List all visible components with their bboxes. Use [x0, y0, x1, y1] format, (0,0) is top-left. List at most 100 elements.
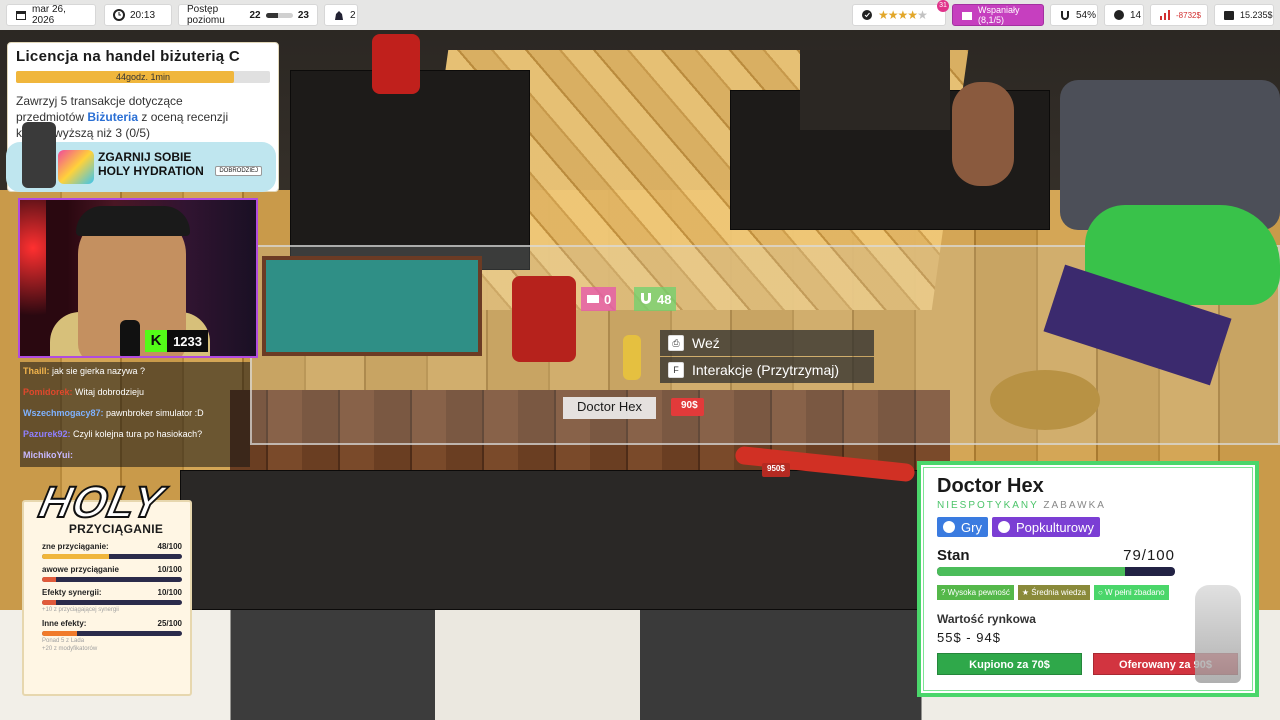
rarity-label: NIESPOTYKANY: [937, 500, 1039, 511]
attraction-sub: Ponad 5 z Lada: [42, 638, 85, 644]
product-art: [58, 150, 94, 184]
basketball-icon: [943, 521, 955, 533]
chat-text: jak sie gierka nazywa ?: [52, 366, 146, 376]
holy-logo: HOLY: [34, 477, 169, 528]
star-icon: ★: [897, 8, 909, 22]
attraction-bar-fill: [42, 600, 56, 605]
chat-overlay: Thaill: jak sie gierka nazywa ? Pomidorek…: [20, 362, 250, 467]
attraction-panel: PRZYCIĄGANIE zne przyciąganie: 48/100 awow…: [22, 500, 192, 696]
quest-timer-bar: 44godz. 1min: [16, 71, 270, 83]
sponsor-headline-1: ZGARNIJ SOBIE: [98, 150, 192, 164]
level-bar-fill: [265, 12, 278, 18]
item-price-tag[interactable]: 90$: [671, 398, 704, 416]
attraction-bar-fill: [42, 631, 77, 636]
tag-games: Gry: [937, 517, 988, 537]
tag-pop-culture: Popkulturowy: [991, 517, 1100, 537]
clock-icon: [113, 9, 125, 21]
shop-icon: [961, 9, 973, 21]
person-icon: [1113, 9, 1125, 21]
sponsor-headline: ZGARNIJ SOBIE HOLY HYDRATION: [98, 150, 204, 178]
attraction-value: 48/100: [157, 542, 182, 551]
reputation-chip[interactable]: Wspaniały (8,1/5): [952, 4, 1044, 26]
rating-chip[interactable]: ★★★★★ 31: [852, 0, 949, 26]
level-from: 22: [249, 9, 261, 21]
wallet-icon: [1223, 9, 1235, 21]
quest-desc-part-2: z oceną recenzji: [141, 110, 229, 124]
calendar-icon: [15, 9, 27, 21]
attraction-bar: [42, 600, 182, 605]
red-jug[interactable]: [512, 276, 576, 362]
pawn-chip[interactable]: 2: [324, 4, 358, 26]
pawn-icon: [333, 9, 345, 21]
attraction-bar: [42, 554, 182, 559]
statue[interactable]: [952, 82, 1014, 186]
attraction-name: Efekty synergii:: [42, 588, 102, 597]
attraction-bar-fill: [42, 577, 56, 582]
interact-prompt[interactable]: F Interakcje (Przytrzymaj): [660, 357, 874, 383]
chat-message: Wszechmogacy87: pawnbroker simulator :D: [20, 404, 250, 425]
chat-user: Wszechmogacy87:: [23, 408, 104, 418]
chat-user: Pomidorek:: [23, 387, 73, 397]
level-bar: [265, 12, 293, 18]
star-icon: ★: [917, 8, 928, 22]
teal-chest[interactable]: [262, 256, 482, 356]
balance-change-value: -8732$: [1176, 10, 1201, 20]
doctor-hex-figure[interactable]: [623, 335, 641, 380]
pawn-count: 2: [350, 9, 356, 21]
date-chip: mar 26, 2026: [6, 4, 96, 26]
attraction-sub: +20 z modyfikatorów: [42, 646, 98, 652]
bought-for-button[interactable]: Kupiono za 70$: [937, 653, 1082, 675]
customers-chip: 14: [1104, 4, 1144, 26]
interact-label: Interakcje (Przytrzymaj): [692, 362, 840, 378]
level-to: 23: [297, 9, 309, 21]
quest-title: Licencja na handel biżuterią C: [16, 48, 241, 65]
quest-category-highlight: Biżuteria: [87, 110, 139, 124]
researched-tag: ○ W pełni zbadano: [1093, 585, 1169, 600]
lamp-base: [990, 370, 1100, 430]
magnet-value: 54%: [1076, 9, 1097, 21]
money-value: 15.235$: [1240, 10, 1273, 20]
item-name: Doctor Hex: [937, 475, 1044, 497]
attraction-row: Efekty synergii: 10/100 +10 z przyciągając…: [42, 588, 182, 613]
attraction-bar-fill: [42, 554, 110, 559]
attraction-row-label: Inne efekty: 25/100: [42, 619, 182, 628]
item-nameplate[interactable]: Doctor Hex: [563, 397, 657, 419]
red-hydrant[interactable]: [372, 34, 420, 94]
attraction-row-label: awowe przyciąganie 10/100: [42, 565, 182, 574]
time-text: 20:13: [130, 9, 156, 21]
streamer-webcam: K 1233: [18, 198, 258, 358]
item-rarity-line: NIESPOTYKANY ZABAWKA: [937, 500, 1239, 511]
quest-desc-line-1: Zawrzyj 5 transakcje dotyczące: [16, 94, 183, 108]
take-prompt[interactable]: ⎙ Weź: [660, 330, 874, 356]
condition-value: 79/100: [1123, 547, 1175, 564]
attraction-bar: [42, 577, 182, 582]
chat-message: Thaill: jak sie gierka nazywa ?: [20, 362, 250, 383]
viewer-count-badge: K 1233: [145, 330, 208, 352]
chat-user: MichikoYui:: [23, 450, 74, 460]
tag-games-label: Gry: [961, 519, 982, 535]
condition-row: Stan 79/100: [937, 547, 1175, 564]
category-tags: Gry Popkulturowy: [937, 517, 1239, 537]
magnet-icon: [1059, 9, 1071, 21]
led-lights: [20, 200, 46, 356]
condition-label: Stan: [937, 547, 970, 564]
chat-user: Thaill:: [23, 366, 50, 376]
take-key-icon: ⎙: [668, 335, 684, 351]
attraction-name: Inne efekty:: [42, 619, 87, 628]
date-text: mar 26, 2026: [32, 4, 66, 26]
chat-text: pawnbroker simulator :D: [106, 408, 204, 418]
store-icon: [586, 292, 600, 307]
star-icon: ★: [887, 8, 899, 22]
pink-stat-tag: 0: [581, 287, 617, 311]
attraction-row: zne przyciąganie: 48/100: [42, 542, 182, 559]
attraction-row: Inne efekty: 25/100 Ponad 5 z Lada: [42, 619, 182, 644]
item-preview-image: [1195, 585, 1241, 683]
attraction-row-label: zne przyciąganie: 48/100: [42, 542, 182, 551]
magnet-chip: 54%: [1050, 4, 1098, 26]
green-stat-value: 48: [657, 291, 672, 307]
drink-can-image: [22, 122, 56, 188]
sponsor-headline-2: HOLY HYDRATION: [98, 164, 204, 178]
star-icon: ★: [878, 8, 889, 22]
rating-badge: 31: [937, 0, 949, 12]
knowledge-tag: ★ Średnia wiedza: [1017, 585, 1090, 600]
